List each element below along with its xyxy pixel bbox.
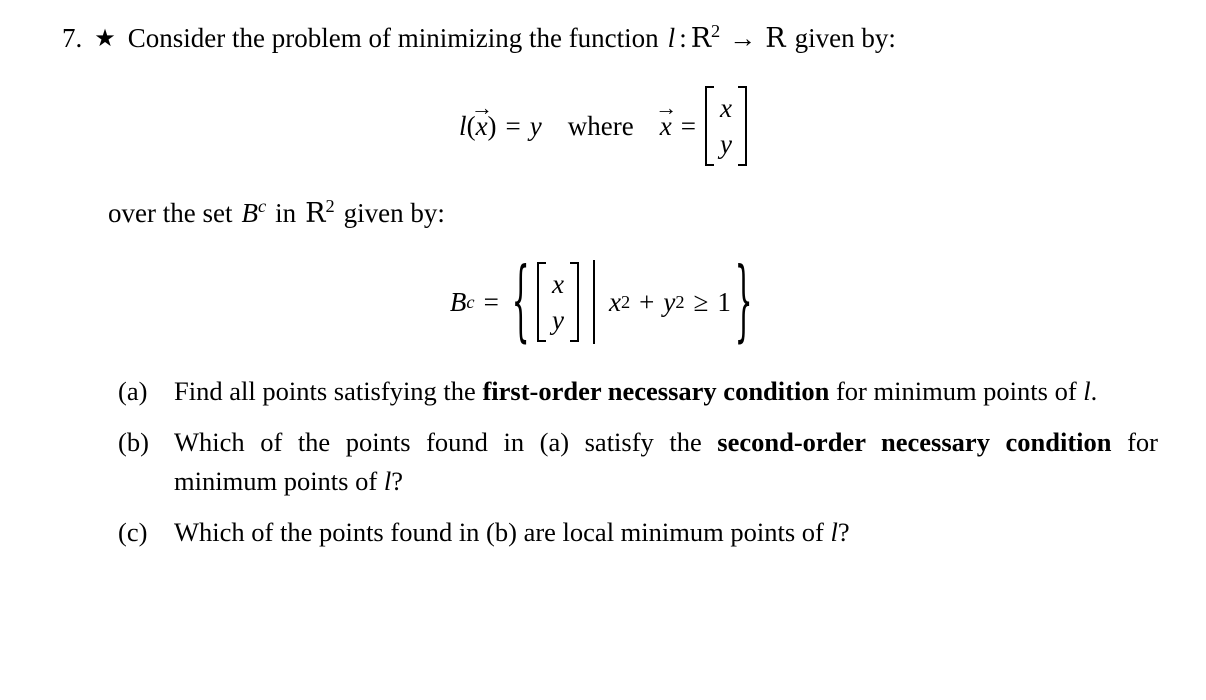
over-the-set-line: over the set Bc in R2 given by:: [108, 196, 445, 229]
star-icon: ★: [94, 26, 116, 52]
constraint-x-symbol: x: [608, 286, 621, 317]
part-a-segment-2: for minimum points of: [829, 376, 1084, 406]
sub-questions-list: (a) Find all points satisfying the first…: [118, 372, 1158, 564]
codomain-symbol: R: [765, 23, 786, 54]
constraint-y-symbol: y: [663, 286, 676, 317]
eq-rhs-symbol: y: [529, 110, 542, 141]
over-set-prefix: over the set: [108, 198, 233, 228]
eq-lhs-function-symbol: l: [459, 110, 467, 141]
part-b-segment-1: second-order necessary condition: [717, 426, 1112, 457]
over-set-space-exponent: 2: [325, 196, 335, 216]
setdef-symbol: B: [449, 286, 467, 317]
list-item: (b) Which of the points found in (a) sat…: [118, 423, 1158, 501]
part-label-b: (b): [118, 426, 149, 457]
part-a-segment-3: l: [1083, 376, 1091, 406]
domain-exponent: 2: [711, 21, 721, 41]
eq-where-word: where: [567, 110, 634, 141]
setdef-bracket-right-icon: [569, 261, 579, 343]
over-set-exponent: c: [257, 196, 267, 216]
bracket-left-icon: [704, 86, 714, 167]
over-set-symbol: B: [241, 198, 258, 228]
part-a-segment-1: first-order necessary condition: [482, 376, 830, 406]
setdef-cell-x: x: [552, 268, 564, 299]
over-set-space-symbol: R: [305, 198, 326, 229]
column-vector-xy: xy: [704, 86, 747, 167]
maps-to-arrow-icon: →: [729, 23, 757, 53]
part-a-segment-4: .: [1090, 376, 1098, 406]
brace-open-icon: {: [511, 251, 530, 353]
part-c-segment-0: Which of the points found in (b) are loc…: [174, 516, 831, 547]
setdef-cell-y: y: [552, 305, 564, 335]
column-vector-cells: xy: [717, 86, 735, 166]
problem-heading-text: Consider the problem of minimizing the f…: [128, 22, 896, 56]
list-item: (a) Find all points satisfying the first…: [118, 372, 1158, 411]
document-page: 7. ★ Consider the problem of minimizing …: [0, 0, 1206, 700]
list-item: (c) Which of the points found in (b) are…: [118, 513, 1158, 552]
part-body-c: Which of the points found in (b) are loc…: [174, 513, 1158, 552]
equation-function-definition: l(→ x) = y where → x = x y: [0, 86, 1206, 167]
statement-lead-text-1: Consider the problem of minimizing the f…: [127, 23, 659, 53]
column-vector-cell-x: x: [719, 93, 732, 123]
constraint-bound-value: 1: [717, 286, 731, 317]
brace-close-wrapper: }: [731, 256, 756, 348]
problem-statement: 7. ★ Consider the problem of minimizing …: [62, 22, 1152, 56]
constraint-relation-symbol: ≥: [693, 286, 709, 317]
function-symbol: l: [667, 23, 676, 53]
part-b-segment-0: Which of the points found in (a) satisfy…: [174, 426, 718, 457]
part-body-a: Find all points satisfying the first-ord…: [174, 372, 1158, 411]
over-set-suffix: given by:: [343, 198, 445, 228]
part-label-a: (a): [118, 376, 148, 406]
part-label-c: (c): [118, 516, 148, 547]
part-body-b: Which of the points found in (a) satisfy…: [174, 423, 1158, 501]
part-c-segment-2: ?: [837, 516, 850, 547]
brace-close-icon: }: [734, 251, 753, 353]
set-builder-separator-bar: [592, 260, 595, 344]
brace-open-wrapper: {: [508, 256, 533, 348]
part-a-segment-0: Find all points satisfying the: [174, 376, 483, 406]
setdef-column-vector: xy: [537, 261, 579, 343]
bracket-right-icon: [737, 86, 747, 167]
column-vector-cell-y: y: [719, 129, 732, 160]
setdef-equals-sign: =: [483, 286, 499, 317]
eq-vector-variable: → x: [471, 97, 493, 142]
eq-vec-lhs: → x: [655, 97, 677, 142]
part-b-segment-4: ?: [391, 465, 403, 496]
eq-equals-sign-2: =: [680, 110, 696, 141]
vector-arrow-icon-2: →: [655, 95, 678, 121]
vector-arrow-icon: →: [470, 95, 494, 121]
statement-lead-text-2: given by:: [794, 23, 896, 53]
domain-symbol: R: [690, 23, 712, 54]
over-set-in-word: in: [275, 198, 297, 228]
part-c-segment-1: l: [830, 516, 838, 547]
constraint-plus-sign: +: [639, 286, 655, 317]
eq-equals-sign: =: [505, 110, 521, 141]
equation-set-definition: Bc ={x y x 2 + y 2 ≥1}: [0, 256, 1206, 348]
setdef-column-vector-cells: xy: [549, 262, 567, 342]
problem-number: 7.: [62, 23, 83, 53]
problem-heading-line: 7. ★ Consider the problem of minimizing …: [62, 22, 1152, 56]
colon-symbol: :: [679, 23, 687, 53]
setdef-bracket-left-icon: [537, 261, 546, 343]
